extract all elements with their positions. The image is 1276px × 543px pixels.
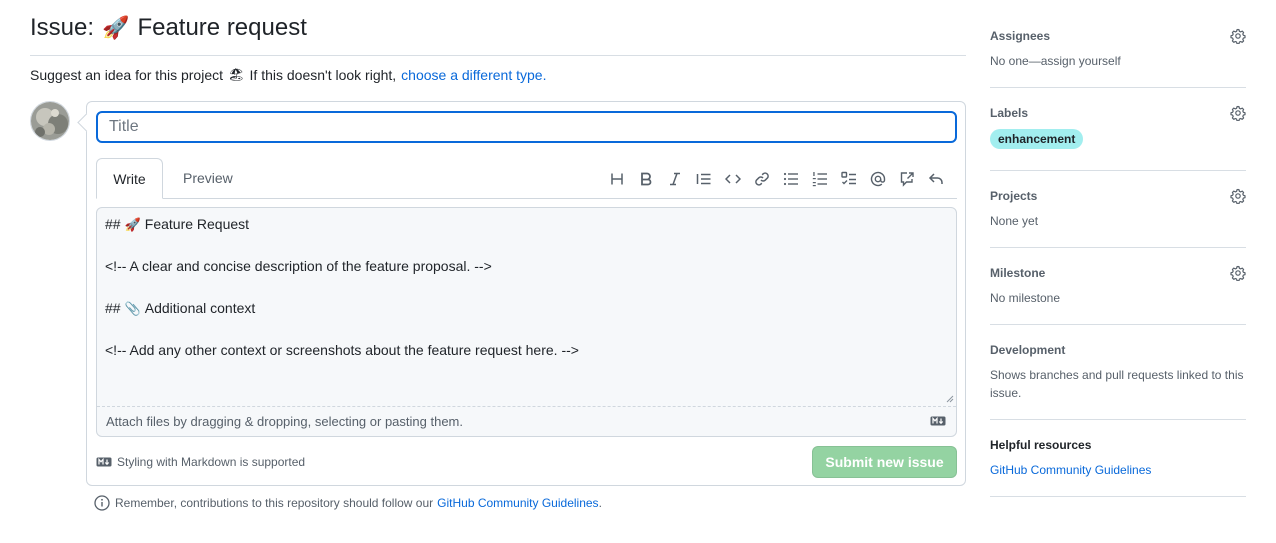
bold-icon[interactable] xyxy=(631,169,660,189)
remember-text: Remember, contributions to this reposito… xyxy=(115,496,434,510)
markdown-icon xyxy=(930,416,946,426)
development-value: Shows branches and pull requests linked … xyxy=(990,368,1244,400)
labels-section: Labels enhancement xyxy=(990,88,1246,171)
suggest-text: Suggest an idea for this project xyxy=(30,67,224,83)
contribution-reminder: Remember, contributions to this reposito… xyxy=(94,495,602,511)
gear-icon[interactable] xyxy=(1230,188,1246,204)
rocket-emoji-icon: 🚀 xyxy=(102,15,130,40)
helpful-resources-section: Helpful resources GitHub Community Guide… xyxy=(990,420,1246,497)
tabs-divider xyxy=(96,198,957,199)
body-textarea[interactable]: ## 🚀 Feature Request <!-- A clear and co… xyxy=(96,207,957,437)
wrong-type-text: If this doesn't look right, xyxy=(249,67,397,83)
link-icon[interactable] xyxy=(747,169,776,189)
body-text: ## 🚀 Feature Request <!-- A clear and co… xyxy=(105,214,948,361)
markdown-icon xyxy=(96,457,112,467)
body-heading-additional-context: Additional context xyxy=(144,300,256,316)
mention-icon[interactable] xyxy=(863,169,892,189)
new-issue-form: Write Preview xyxy=(86,101,966,486)
paperclip-emoji-icon: 📎 xyxy=(124,301,141,316)
body-heading-feature-request: Feature Request xyxy=(144,216,250,232)
heading-icon[interactable] xyxy=(602,169,631,189)
code-icon[interactable] xyxy=(718,169,747,189)
gear-icon[interactable] xyxy=(1230,265,1246,281)
submit-new-issue-button[interactable]: Submit new issue xyxy=(812,446,957,478)
choose-different-type-link[interactable]: choose a different type. xyxy=(401,67,546,83)
title-prefix: Issue: xyxy=(30,14,95,41)
cross-reference-icon[interactable] xyxy=(892,169,921,189)
issue-sidebar: Assignees No one—assign yourself Labels … xyxy=(990,26,1246,497)
beach-emoji-icon: 🏖 xyxy=(228,67,245,82)
template-description: Suggest an idea for this project 🏖 If th… xyxy=(30,67,546,83)
development-section: Development Shows branches and pull requ… xyxy=(990,325,1246,420)
assignees-section: Assignees No one—assign yourself xyxy=(990,26,1246,88)
helpful-resources-heading: Helpful resources xyxy=(990,438,1092,452)
title-divider xyxy=(30,55,966,56)
unordered-list-icon[interactable] xyxy=(776,169,805,189)
markdown-note[interactable]: Styling with Markdown is supported xyxy=(96,455,305,469)
avatar xyxy=(30,101,70,141)
milestone-value: No milestone xyxy=(990,291,1061,305)
development-heading: Development xyxy=(990,343,1066,357)
assignees-value[interactable]: No one—assign yourself xyxy=(990,52,1246,70)
attach-files-bar[interactable]: Attach files by dragging & dropping, sel… xyxy=(97,406,956,436)
markdown-note-text: Styling with Markdown is supported xyxy=(117,455,306,469)
labels-heading: Labels xyxy=(990,106,1029,120)
italic-icon[interactable] xyxy=(660,169,689,189)
tab-write[interactable]: Write xyxy=(96,158,163,199)
projects-value: None yet xyxy=(990,214,1039,228)
resize-handle-icon[interactable] xyxy=(946,395,954,403)
sidebar-community-guidelines-link[interactable]: GitHub Community Guidelines xyxy=(990,463,1151,477)
markdown-heading-marker: ## xyxy=(105,300,121,316)
assignees-heading: Assignees xyxy=(990,29,1051,43)
markdown-toolbar xyxy=(602,169,950,189)
gear-icon[interactable] xyxy=(1230,105,1246,121)
info-icon xyxy=(94,495,110,511)
markdown-heading-marker: ## xyxy=(105,216,121,232)
attach-files-text: Attach files by dragging & dropping, sel… xyxy=(106,414,463,429)
title-input[interactable] xyxy=(96,111,957,143)
reply-icon[interactable] xyxy=(921,169,950,189)
rocket-emoji-icon: 🚀 xyxy=(124,217,141,232)
tab-preview[interactable]: Preview xyxy=(168,158,248,199)
issue-template-name: Feature request xyxy=(137,14,307,41)
ordered-list-icon[interactable] xyxy=(805,169,834,189)
body-comment-description: <!-- A clear and concise description of … xyxy=(105,258,492,274)
label-enhancement[interactable]: enhancement xyxy=(990,129,1084,149)
community-guidelines-link[interactable]: GitHub Community Guidelines xyxy=(437,496,598,510)
body-comment-context: <!-- Add any other context or screenshot… xyxy=(105,342,579,358)
page-title: Issue: 🚀 Feature request xyxy=(30,14,307,42)
projects-heading: Projects xyxy=(990,189,1038,203)
task-list-icon[interactable] xyxy=(834,169,863,189)
milestone-heading: Milestone xyxy=(990,266,1046,280)
period: . xyxy=(598,496,602,510)
projects-section: Projects None yet xyxy=(990,171,1246,248)
gear-icon[interactable] xyxy=(1230,28,1246,44)
milestone-section: Milestone No milestone xyxy=(990,248,1246,325)
quote-icon[interactable] xyxy=(689,169,718,189)
